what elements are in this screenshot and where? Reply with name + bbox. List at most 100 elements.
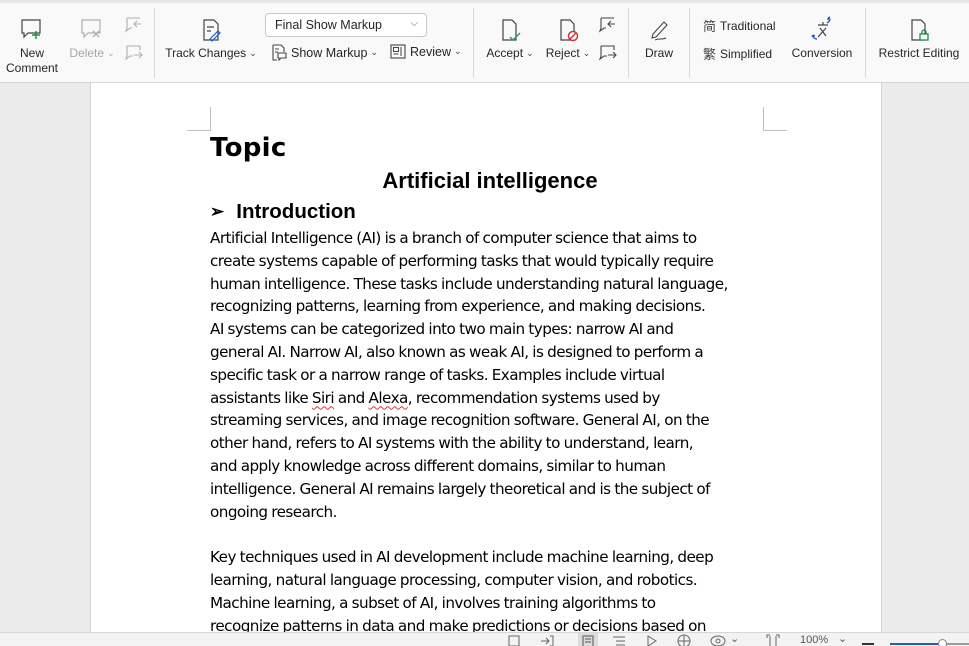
outline-view-icon[interactable] [612, 635, 626, 646]
paragraph-line: AI systems can be categorized into two m… [210, 320, 674, 339]
ribbon-separator [628, 8, 629, 78]
new-comment-icon [21, 19, 41, 39]
zoom-level[interactable]: 100% [800, 634, 828, 646]
new-comment-label-1: New [19, 46, 44, 60]
fit-page-icon[interactable] [766, 634, 780, 646]
reject-change-icon [560, 19, 579, 42]
accept-button[interactable]: Accept ⌄ [484, 18, 536, 61]
track-changes-label: Track Changes [165, 46, 247, 60]
pen-icon [651, 21, 668, 41]
track-changes-icon [203, 19, 221, 42]
paragraph-line: learning, natural language processing, c… [210, 570, 698, 589]
reject-button[interactable]: Reject ⌄ [543, 18, 593, 61]
review-label: Review [410, 44, 451, 59]
chevron-down-icon: ⌄ [454, 46, 462, 56]
print-layout-button[interactable] [578, 633, 598, 646]
document-page[interactable]: Topic Artificial intelligence ➢ Introduc… [90, 83, 882, 632]
delete-comment-icon [81, 19, 101, 39]
chevron-down-icon: ⌄ [370, 47, 378, 57]
previous-comment-icon[interactable] [124, 16, 144, 34]
chevron-down-icon: ⌄ [526, 48, 534, 58]
paragraph-line: Artificial Intelligence (AI) is a branch… [210, 229, 697, 247]
restrict-editing-button[interactable]: Restrict Editing [874, 18, 964, 61]
traditional-label: Traditional [720, 18, 776, 33]
chevron-down-icon: ⌄ [249, 48, 257, 58]
track-changes-label-wrap: Track Changes ⌄ [165, 46, 256, 61]
track-changes-button[interactable]: Track Changes ⌄ [164, 18, 258, 61]
ribbon-separator [473, 8, 474, 78]
next-comment-icon[interactable] [124, 44, 144, 62]
show-markup-icon [272, 44, 287, 61]
draw-label: Draw [644, 46, 673, 60]
zoom-slider[interactable] [890, 639, 969, 646]
ribbon-separator [154, 8, 155, 78]
restrict-editing-lock-icon [911, 19, 929, 41]
convert-to-simplified-button[interactable]: 繁 Simplified [703, 44, 773, 64]
reviewing-pane-button[interactable]: Review ⌄ [390, 44, 462, 59]
zoom-out-button[interactable] [862, 643, 874, 645]
chevron-down-icon[interactable]: ⌄ [838, 633, 847, 645]
paragraph-line: and apply knowledge across different dom… [210, 456, 666, 475]
document-body[interactable]: Topic Artificial intelligence ➢ Introduc… [210, 131, 770, 632]
delete-label: Delete [69, 46, 105, 60]
chinese-conversion-button[interactable]: Conversion [789, 16, 855, 61]
traditional-chinese-icon: 简 [703, 20, 717, 35]
paragraph-line: general AI. Narrow AI, also known as wea… [210, 342, 704, 361]
web-layout-icon[interactable] [677, 634, 691, 646]
next-change-icon[interactable] [598, 44, 618, 62]
paragraph-line: assistants like Siri and Alexa, recommen… [210, 387, 770, 410]
simplified-label: Simplified [720, 46, 773, 61]
chevron-down-icon: ⌄ [582, 48, 591, 58]
previous-change-icon[interactable] [598, 16, 618, 34]
read-mode-icon[interactable] [646, 635, 658, 646]
paragraph-line: Machine learning, a subset of AI, involv… [210, 593, 656, 612]
spelling-error-alexa[interactable]: Alexa [369, 389, 409, 407]
paragraph-line: other hand, refers to AI systems with th… [210, 434, 694, 453]
arrow-bullet-icon: ➢ [210, 202, 225, 221]
spelling-error-siri[interactable]: Siri [312, 389, 335, 407]
restrict-editing-label: Restrict Editing [878, 46, 960, 60]
ribbon-separator [689, 8, 690, 78]
accept-change-icon [502, 19, 521, 42]
paragraph-line: ongoing research. [210, 502, 337, 521]
paragraph-spacing [210, 523, 770, 546]
margin-corner-top-left [187, 107, 211, 131]
topic-heading: Topic [210, 133, 287, 163]
draw-button[interactable]: Draw [638, 18, 680, 61]
reviewing-pane-icon [390, 44, 406, 59]
chevron-down-icon[interactable]: ⌄ [730, 633, 739, 645]
simplified-chinese-icon: 繁 [703, 48, 717, 63]
delete-comment-button[interactable]: Delete ⌄ [68, 18, 116, 61]
convert-to-traditional-button[interactable]: 简 Traditional [703, 16, 776, 36]
introduction-heading: ➢ Introduction [210, 197, 770, 227]
status-bar: ⌄ 100% ⌄ [0, 632, 969, 646]
review-ribbon: New Comment Delete ⌄ Track Changes ⌄ Fin… [0, 0, 969, 83]
chevron-down-icon: ⌄ [107, 48, 115, 58]
reject-label: Reject [545, 46, 580, 60]
conversion-label: Conversion [791, 46, 853, 60]
focus-icon[interactable] [508, 635, 520, 646]
paragraph-line: recognizing patterns, learning from expe… [210, 297, 706, 316]
paragraph-line: intelligence. General AI remains largely… [210, 479, 710, 498]
introduction-heading-text: Introduction [236, 200, 356, 223]
paragraph-line: recognize patterns in data and make pred… [210, 616, 707, 632]
text-run: assistants like [210, 388, 312, 407]
ribbon-separator [865, 8, 866, 78]
new-comment-button[interactable]: New Comment [4, 18, 60, 76]
margin-corner-top-right [763, 107, 787, 131]
show-markup-label: Show Markup [291, 45, 368, 60]
delete-label-wrap: Delete ⌄ [69, 46, 114, 61]
chevron-down-icon: ⌵ [410, 18, 418, 29]
show-markup-button[interactable]: Show Markup ⌄ [271, 44, 378, 61]
markup-view-dropdown[interactable]: Final Show Markup ⌵ [265, 13, 427, 37]
ribbon-top-edge [0, 0, 969, 3]
new-comment-label-2: Comment [5, 61, 58, 75]
visibility-icon[interactable] [710, 634, 726, 646]
markup-view-value: Final Show Markup [275, 18, 382, 32]
accept-label-wrap: Accept ⌄ [486, 46, 533, 61]
document-canvas: Topic Artificial intelligence ➢ Introduc… [0, 83, 969, 632]
zoom-slider-thumb[interactable] [938, 639, 947, 646]
immersive-reader-icon[interactable] [540, 635, 554, 646]
document-title: Artificial intelligence [382, 168, 598, 193]
chinese-conversion-icon [811, 16, 831, 40]
